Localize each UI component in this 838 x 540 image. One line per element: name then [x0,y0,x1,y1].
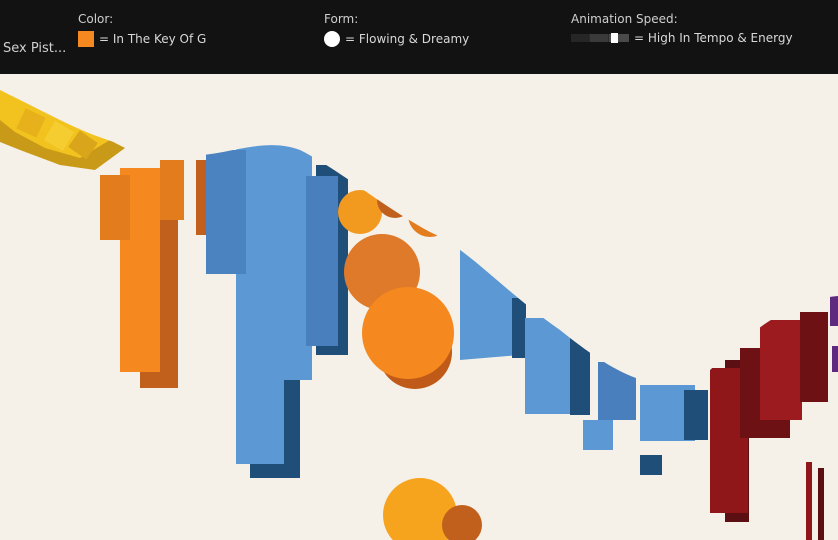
color-legend: Color: = In The Key Of G [78,12,206,47]
music-visualization [0,74,838,540]
color-legend-title: Color: [78,12,114,26]
artist-label[interactable]: Sex Pist... [3,41,66,56]
purple-shape-cluster [830,296,838,372]
speed-knob-icon [611,33,618,43]
circle-icon [324,31,340,47]
speed-legend-title: Animation Speed: [571,12,678,26]
color-legend-label: = In The Key Of G [99,32,207,46]
top-legend-bar: Sex Pist... Color: = In The Key Of G For… [0,0,838,74]
blue-bar-cluster-1 [206,140,348,478]
orange-swatch-icon [78,31,94,47]
speed-legend-label: = High In Tempo & Energy [634,31,793,45]
speed-legend: Animation Speed: = High In Tempo & Energ… [571,12,793,45]
form-legend: Form: = Flowing & Dreamy [324,12,469,47]
speed-meter [571,33,629,43]
form-legend-label: = Flowing & Dreamy [345,32,470,46]
form-legend-title: Form: [324,12,359,26]
